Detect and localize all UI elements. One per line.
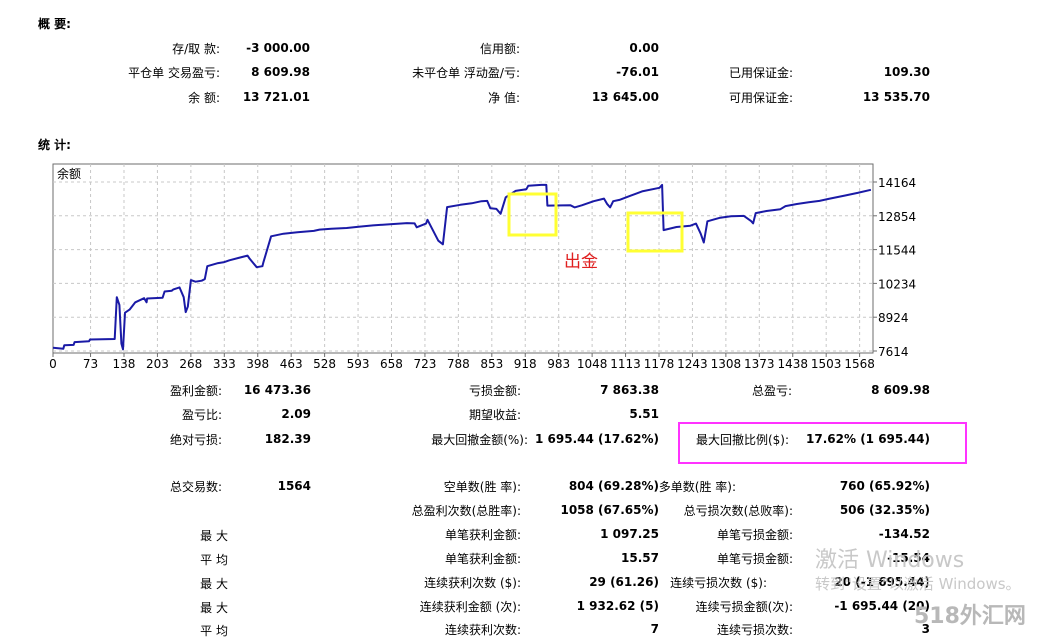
x-tick-label: 1308: [711, 357, 742, 371]
x-tick-label: 918: [514, 357, 537, 371]
x-tick-label: 1503: [811, 357, 842, 371]
x-axis-ticks: 0 73 138 203 268 333 398 463 528 593 658 723 788 853 9…: [49, 353, 875, 371]
site-watermark: 518外汇网: [914, 604, 1026, 629]
total-trades-label: 总交易数:: [169, 480, 222, 494]
x-tick-label: 1048: [577, 357, 608, 371]
row-avg-label-1: 平 均: [200, 553, 228, 567]
absolute-drawdown-value: 182.39: [264, 432, 311, 446]
gross-profit-value: 16 473.36: [243, 383, 311, 397]
avg-loss-label: 单笔亏损金额:: [716, 552, 793, 566]
max-consec-loss-label: 连续亏损金额(次):: [695, 600, 793, 614]
x-tick-label: 1243: [677, 357, 708, 371]
expected-payoff-value: 5.51: [629, 407, 659, 421]
x-tick-label: 463: [280, 357, 303, 371]
x-tick-label: 73: [83, 357, 98, 371]
x-tick-label: 983: [547, 357, 570, 371]
x-tick-label: 0: [49, 357, 57, 371]
max-drawdown-amount-label: 最大回撤金额(%):: [431, 433, 528, 447]
x-tick-label: 398: [246, 357, 269, 371]
x-tick-label: 203: [146, 357, 169, 371]
max-consec-wins-label: 连续获利次数 ($):: [424, 576, 521, 590]
y-tick-label: 10234: [878, 277, 916, 291]
x-tick-label: 268: [179, 357, 202, 371]
y-tick-label: 14164: [878, 176, 916, 190]
largest-loss-label: 单笔亏损金额:: [716, 528, 793, 542]
chart-title: 余额: [57, 166, 81, 181]
total-pnl-label: 总盈亏:: [751, 384, 792, 398]
y-axis-ticks: 14164 12854 11544 10234 8924 7614: [873, 176, 916, 359]
y-tick-label: 8924: [878, 311, 909, 325]
x-tick-label: 788: [447, 357, 470, 371]
avg-consec-wins-label: 连续获利次数:: [444, 623, 521, 637]
chart-frame: [52, 163, 874, 354]
largest-loss-value: -134.52: [878, 527, 930, 541]
total-trades-value: 1564: [277, 479, 311, 493]
profit-factor-label: 盈亏比:: [181, 408, 222, 422]
gross-profit-label: 盈利金额:: [169, 384, 222, 398]
x-tick-label: 1373: [744, 357, 775, 371]
row-max-label-2: 最 大: [200, 577, 228, 591]
largest-profit-label: 单笔获利金额:: [444, 528, 521, 542]
y-tick-label: 7614: [878, 345, 909, 359]
avg-consec-losses-label: 连续亏损次数:: [716, 623, 793, 637]
avg-profit-value: 15.57: [621, 551, 659, 565]
max-consec-profit-value: 1 932.62 (5): [576, 599, 659, 613]
y-tick-label: 11544: [878, 244, 916, 258]
max-drawdown-ratio-label: 最大回撤比例($):: [695, 433, 789, 447]
gross-loss-label: 亏损金额:: [468, 384, 521, 398]
row-max-label-3: 最 大: [200, 601, 228, 615]
total-pnl-value: 8 609.98: [871, 383, 930, 397]
y-tick-label: 12854: [878, 210, 916, 224]
x-tick-label: 853: [480, 357, 503, 371]
profit-factor-value: 2.09: [281, 407, 311, 421]
max-consec-profit-label: 连续获利金额 (次):: [419, 600, 521, 614]
activate-windows-hint: 转到"设置"以激活 Windows。: [815, 575, 1021, 593]
total-win-count-label: 总盈利次数(总胜率):: [411, 504, 521, 518]
row-avg-label-2: 平 均: [200, 624, 228, 638]
x-tick-label: 723: [413, 357, 436, 371]
max-consec-losses-label: 连续亏损次数 ($):: [670, 576, 767, 590]
total-loss-count-value: 506 (32.35%): [839, 503, 930, 517]
total-win-count-value: 1058 (67.65%): [560, 503, 659, 517]
max-drawdown-ratio-value: 17.62% (1 695.44): [806, 432, 930, 446]
long-trades-value: 760 (65.92%): [839, 479, 930, 493]
x-tick-label: 593: [347, 357, 370, 371]
avg-profit-label: 单笔获利金额:: [444, 552, 521, 566]
long-trades-label: 多单数(胜 率):: [658, 480, 736, 494]
gross-loss-value: 7 863.38: [600, 383, 659, 397]
max-drawdown-amount-value: 1 695.44 (17.62%): [535, 432, 659, 446]
x-tick-label: 528: [313, 357, 336, 371]
largest-profit-value: 1 097.25: [600, 527, 659, 541]
x-tick-label: 1568: [844, 357, 875, 371]
x-tick-label: 1178: [644, 357, 675, 371]
x-tick-label: 658: [380, 357, 403, 371]
expected-payoff-label: 期望收益:: [468, 408, 521, 422]
x-tick-label: 1113: [610, 357, 641, 371]
x-tick-label: 333: [213, 357, 236, 371]
activate-windows-watermark: 激活 Windows: [815, 548, 965, 573]
absolute-drawdown-label: 绝对亏损:: [169, 433, 222, 447]
avg-consec-wins-value: 7: [650, 622, 659, 636]
max-consec-wins-value: 29 (61.26): [589, 575, 659, 589]
short-trades-label: 空单数(胜 率):: [443, 480, 521, 494]
short-trades-value: 804 (69.28%): [568, 479, 659, 493]
x-tick-label: 138: [113, 357, 136, 371]
x-tick-label: 1438: [777, 357, 808, 371]
total-loss-count-label: 总亏损次数(总败率):: [683, 504, 793, 518]
withdraw-annotation: 出金: [564, 252, 598, 272]
row-max-label-1: 最 大: [200, 529, 228, 543]
